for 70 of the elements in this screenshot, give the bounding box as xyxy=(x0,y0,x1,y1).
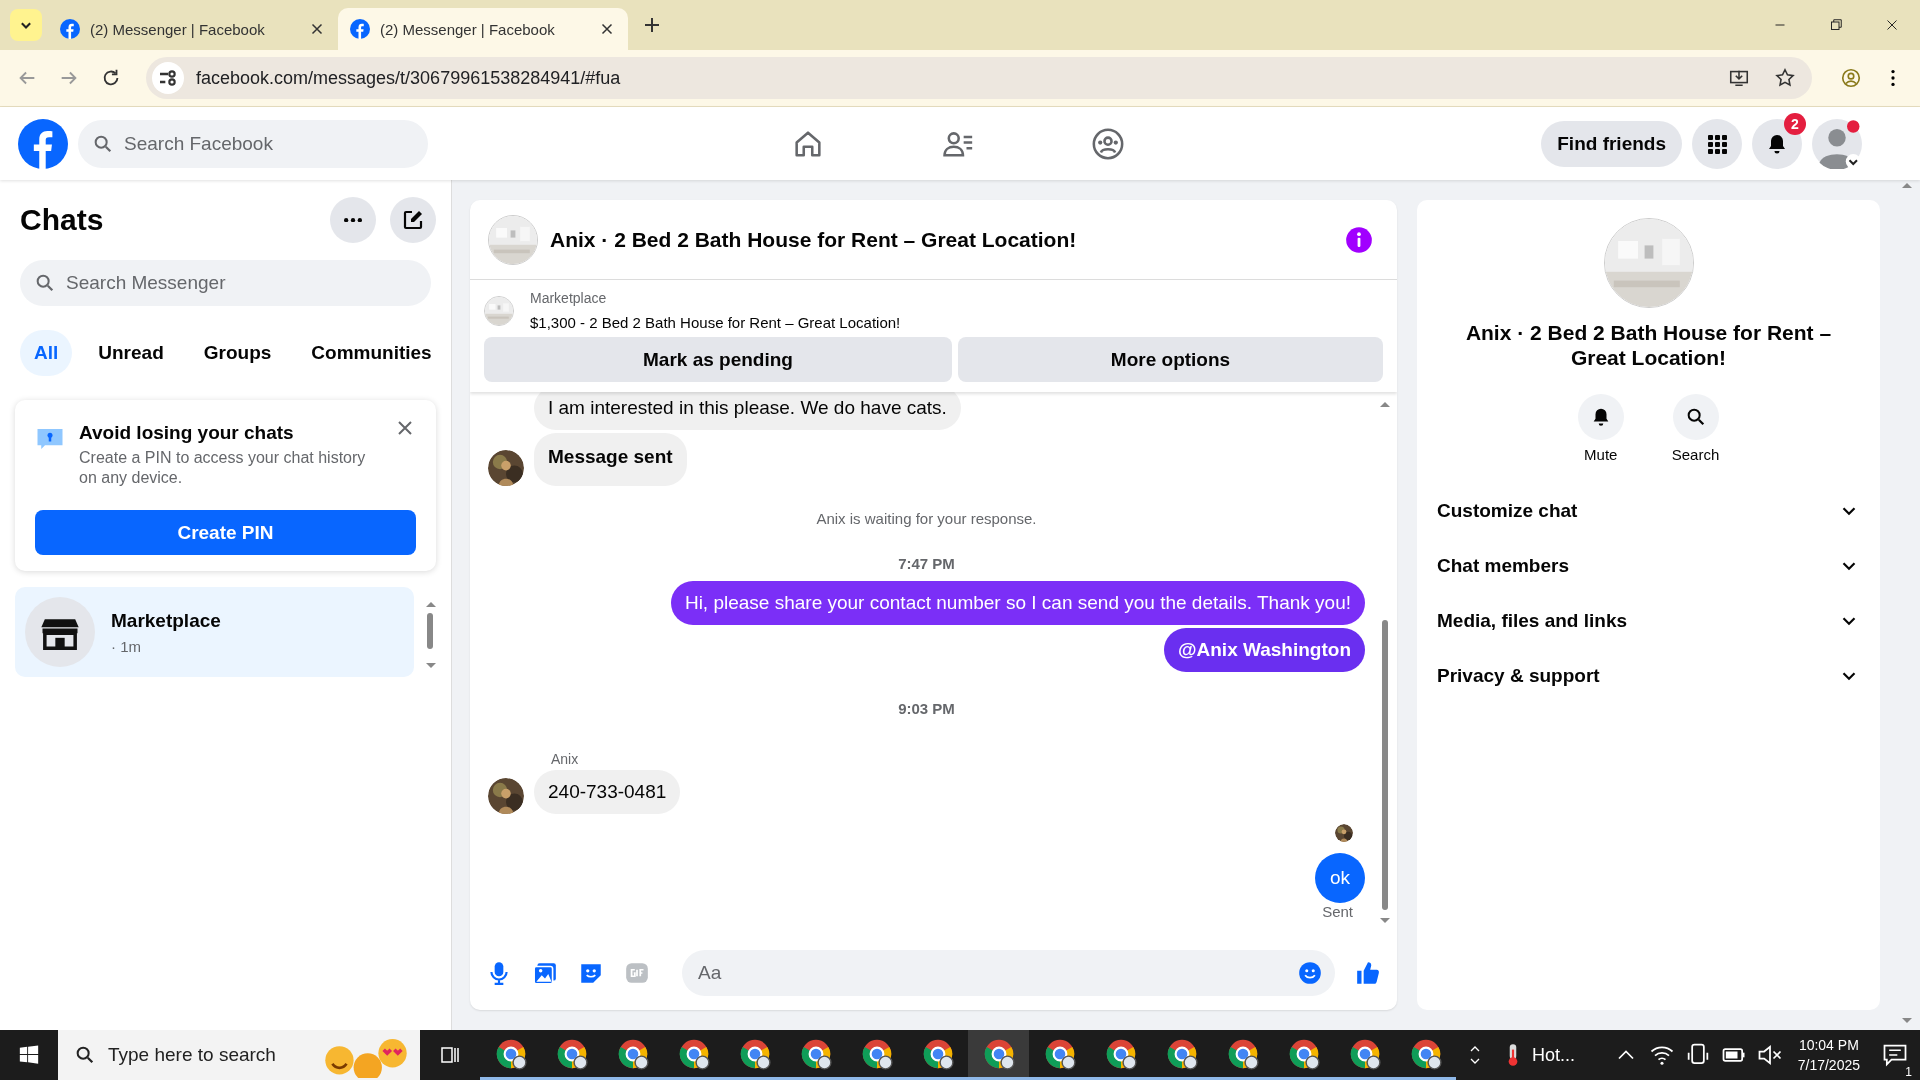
options-button[interactable] xyxy=(330,197,376,243)
storefront-icon xyxy=(25,597,95,667)
menu-button[interactable] xyxy=(1692,118,1742,169)
notifications-button[interactable] xyxy=(1752,118,1802,169)
search-field[interactable]: Search Facebook xyxy=(78,119,428,168)
address-bar[interactable]: facebook.com/messages/t/30679961538284941/#fua xyxy=(146,57,1812,99)
clock-time[interactable]: 10:04 PM xyxy=(1797,1035,1860,1055)
status-text: Anix is waiting for your response. xyxy=(816,510,1037,527)
emoji-icon[interactable] xyxy=(1297,960,1323,986)
panel-title: Chats xyxy=(20,203,104,237)
card-text: Create a PIN to access your chat history on any device. xyxy=(79,448,367,488)
facebook-icon xyxy=(60,19,80,39)
scrollbar-icon[interactable] xyxy=(1379,400,1391,925)
taskbar-app[interactable] xyxy=(968,1030,1029,1080)
new-message-button[interactable] xyxy=(390,197,436,243)
notification-badge: 2 xyxy=(1784,112,1806,135)
message-bubble: 240-733-0481 xyxy=(534,770,681,814)
mute-button[interactable] xyxy=(1577,394,1624,440)
conversation-title: Anix · 2 Bed 2 Bath House for Rent – Great Location! xyxy=(1464,320,1833,370)
section-header[interactable]: Chat members xyxy=(1435,538,1862,593)
compose-icon xyxy=(401,208,425,232)
action-label: Search xyxy=(1671,446,1720,463)
search-icon xyxy=(34,272,56,294)
listing-title: $1,300 - 2 Bed 2 Bath House for Rent – Great Location! xyxy=(530,314,901,331)
filter-tab[interactable]: Groups xyxy=(189,330,286,376)
card-title: Avoid losing your chats xyxy=(79,422,295,444)
section-header[interactable]: Privacy & support xyxy=(1435,648,1862,703)
message-bubble: @Anix Washington xyxy=(1164,628,1365,672)
weather-widget[interactable]: Hot... xyxy=(1494,1042,1581,1068)
message-input[interactable]: Aa xyxy=(682,950,1335,996)
create-pin-button[interactable]: Create PIN xyxy=(35,510,416,555)
site-settings-icon xyxy=(152,62,184,94)
conversation-item[interactable]: Marketplace · 1m xyxy=(15,587,414,677)
thumbs-up-icon[interactable] xyxy=(1355,960,1381,986)
filter-tab[interactable]: Communities xyxy=(297,330,446,376)
search-button[interactable] xyxy=(1672,394,1719,440)
photo-icon[interactable] xyxy=(532,960,558,986)
message-bubble: I am interested in this please. We do have cats. xyxy=(534,392,961,430)
facebook-logo-icon[interactable] xyxy=(18,118,68,169)
conversation-time: · 1m xyxy=(111,637,142,655)
conversation-title: Anix · 2 Bed 2 Bath House for Rent – Great Location! xyxy=(550,227,1077,252)
browser-tab[interactable]: (2) Messenger | Facebook xyxy=(48,8,338,50)
message-bubble: Hi, please share your contact number so I can send you the details. Thank you! xyxy=(670,581,1365,625)
clock-date[interactable]: 7/17/2025 xyxy=(1797,1055,1860,1075)
find-friends-button[interactable]: Find friends xyxy=(1541,120,1682,167)
delivery-status: Sent xyxy=(1322,903,1353,920)
section-header[interactable]: Customize chat xyxy=(1435,483,1862,538)
search-icon xyxy=(74,1044,96,1066)
notification-count: 1 xyxy=(1903,1065,1914,1079)
facebook-icon xyxy=(350,19,370,39)
account-avatar-icon[interactable] xyxy=(1812,118,1862,169)
search-field[interactable]: Search Messenger xyxy=(20,260,431,306)
sender-name: Anix xyxy=(551,751,579,767)
timestamp: 9:03 PM xyxy=(898,700,955,717)
conversation-name: Marketplace xyxy=(111,609,221,632)
action-button[interactable]: More options xyxy=(958,337,1383,382)
scrollbar-icon[interactable] xyxy=(1900,180,1914,1026)
more-icon xyxy=(344,217,362,223)
message-bubble: Message sent xyxy=(534,433,687,486)
filter-tab[interactable]: All xyxy=(20,330,73,376)
dropdown-icon[interactable] xyxy=(10,9,42,41)
action-label: Mute xyxy=(1584,446,1618,463)
timestamp: 7:47 PM xyxy=(898,555,955,572)
info-icon[interactable] xyxy=(1345,225,1373,254)
action-button[interactable]: Mark as pending xyxy=(484,337,952,382)
listing-label: Marketplace xyxy=(530,290,608,306)
message-bubble: ok xyxy=(1315,853,1365,903)
filter-tab[interactable]: Unread xyxy=(84,330,178,376)
browser-tab[interactable]: (2) Messenger | Facebook xyxy=(338,8,628,50)
section-header[interactable]: Media, files and links xyxy=(1435,593,1862,648)
